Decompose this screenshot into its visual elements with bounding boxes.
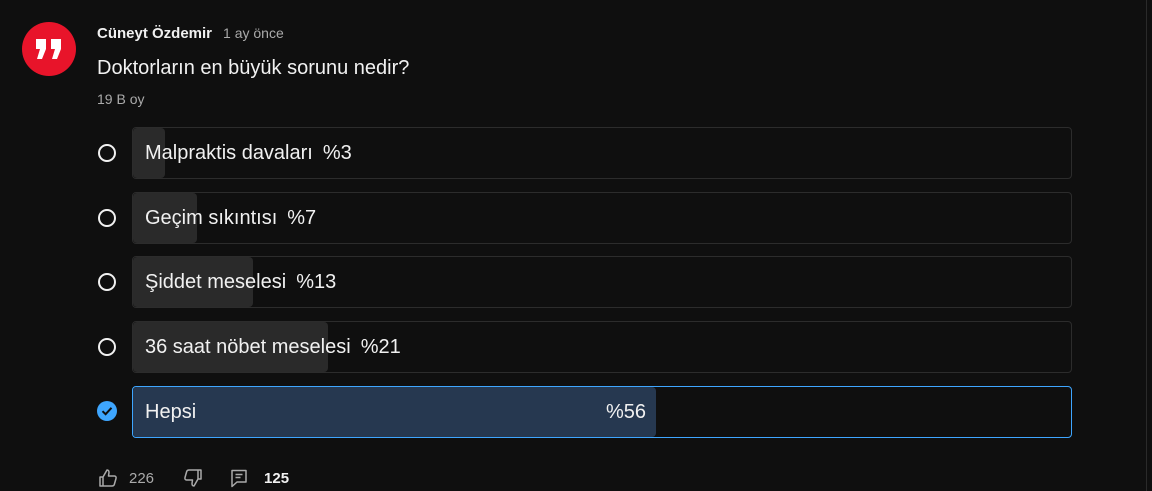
post-header: Cüneyt Özdemir 1 ay önce <box>97 25 284 42</box>
radio-button[interactable] <box>98 209 116 227</box>
poll-question: Doktorların en büyük sorunu nedir? <box>97 57 410 79</box>
radio-button[interactable] <box>98 144 116 162</box>
checkmark-icon <box>101 407 113 416</box>
poll-option-label: Şiddet meselesi <box>145 270 287 293</box>
poll-option-percent: %56 <box>606 400 647 423</box>
poll-option-percent: %13 <box>296 270 337 293</box>
vote-count: 19 B oy <box>97 91 145 107</box>
poll-option-percent: %3 <box>322 141 352 164</box>
check-circle-icon[interactable] <box>97 401 117 421</box>
radio-button[interactable] <box>98 273 116 291</box>
poll-option[interactable]: 36 saat nöbet meselesi %21 <box>0 321 1080 373</box>
like-count: 226 <box>129 469 155 487</box>
poll-option-label: 36 saat nöbet meselesi <box>145 335 351 358</box>
poll-option-box[interactable]: 36 saat nöbet meselesi %21 <box>132 321 1072 373</box>
action-bar: 226 125 <box>97 466 289 490</box>
comment-icon[interactable] <box>228 467 250 489</box>
radio-button[interactable] <box>98 338 116 356</box>
poll-option-label: Hepsi <box>145 400 197 423</box>
poll-option-percent: %21 <box>360 335 401 358</box>
poll-option-box[interactable]: Malpraktis davaları %3 <box>132 127 1072 179</box>
community-post: Cüneyt Özdemir 1 ay önce Doktorların en … <box>0 0 1152 491</box>
poll-option-label: Malpraktis davaları <box>145 141 313 164</box>
poll-option-selected[interactable]: Hepsi %56 <box>0 386 1080 438</box>
poll-option-label: Geçim sıkıntısı <box>145 206 278 229</box>
poll-option-percent: %7 <box>287 206 317 229</box>
poll-option[interactable]: Malpraktis davaları %3 <box>0 127 1080 179</box>
comment-count[interactable]: 125 <box>264 470 289 487</box>
poll-option[interactable]: Şiddet meselesi %13 <box>0 256 1080 308</box>
thumbs-up-icon[interactable] <box>97 467 119 489</box>
channel-avatar[interactable] <box>22 22 76 76</box>
poll-option-box[interactable]: Hepsi %56 <box>132 386 1072 438</box>
poll-option-box[interactable]: Geçim sıkıntısı %7 <box>132 192 1072 244</box>
thumbs-down-icon[interactable] <box>182 467 204 489</box>
scrollbar-edge <box>1146 0 1147 491</box>
quote-icon <box>36 39 61 59</box>
poll-option-bar <box>133 387 656 437</box>
poll-option-box[interactable]: Şiddet meselesi %13 <box>132 256 1072 308</box>
poll-option[interactable]: Geçim sıkıntısı %7 <box>0 192 1080 244</box>
post-time[interactable]: 1 ay önce <box>223 25 284 41</box>
author-name[interactable]: Cüneyt Özdemir <box>97 25 212 42</box>
